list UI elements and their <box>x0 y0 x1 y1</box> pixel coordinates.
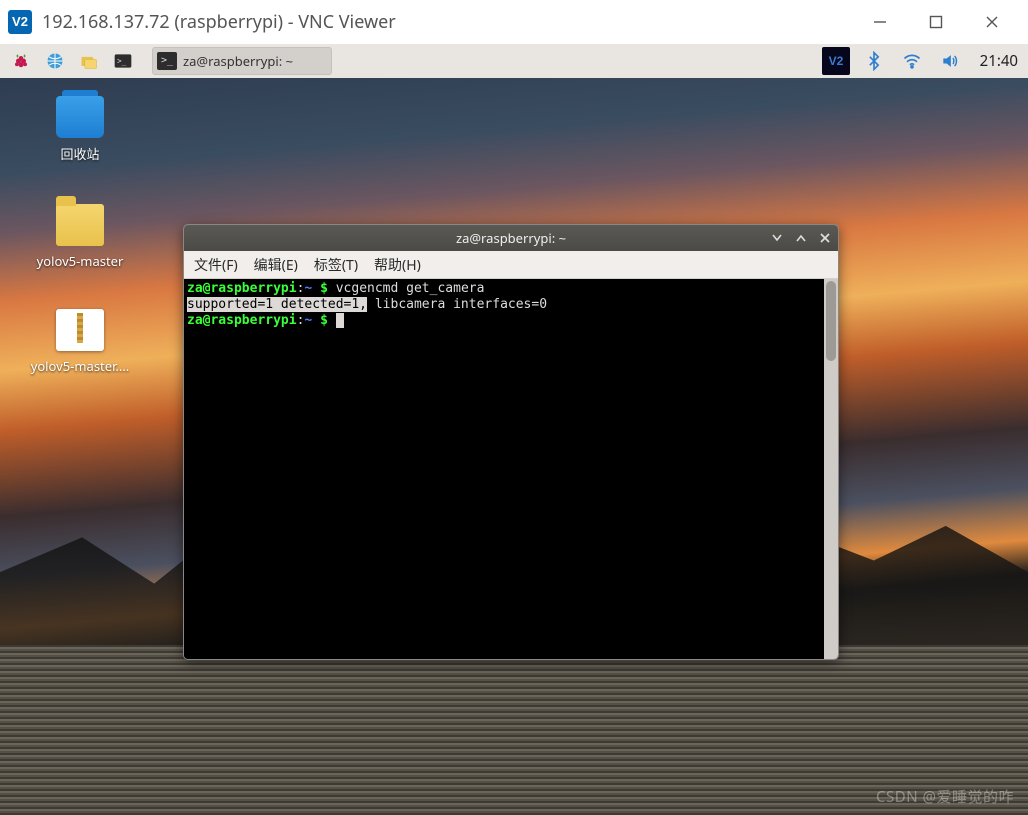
prompt-user: za@raspberrypi <box>187 281 297 296</box>
terminal-title: za@raspberrypi: ~ <box>456 229 566 247</box>
menu-file[interactable]: 文件(F) <box>194 255 238 275</box>
volume-icon[interactable] <box>936 47 964 75</box>
trash-icon <box>56 96 104 138</box>
lxpanel: >_ >_ za@raspberrypi: ~ V2 21:40 <box>0 44 1028 78</box>
terminal-body[interactable]: za@raspberrypi:~ $ vcgencmd get_camera s… <box>184 279 824 659</box>
taskbar-terminal-button[interactable]: >_ za@raspberrypi: ~ <box>152 47 332 75</box>
menu-help[interactable]: 帮助(H) <box>374 255 421 275</box>
terminal-minimize-button[interactable] <box>770 231 784 245</box>
terminal-cursor <box>336 313 344 328</box>
vnc-logo-icon: V2 <box>8 10 32 34</box>
desktop-icon-folder-yolov5[interactable]: yolov5-master <box>30 204 130 270</box>
terminal-titlebar[interactable]: za@raspberrypi: ~ <box>184 225 838 251</box>
close-button[interactable] <box>964 4 1020 40</box>
vnc-titlebar: V2 192.168.137.72 (raspberrypi) - VNC Vi… <box>0 0 1028 44</box>
wifi-icon[interactable] <box>898 47 926 75</box>
prompt-path: ~ <box>304 281 320 296</box>
file-manager-icon[interactable] <box>74 47 104 75</box>
output-text: libcamera interfaces=0 <box>367 297 547 312</box>
desktop-icon-zip-yolov5[interactable]: yolov5-master.... <box>30 309 130 375</box>
web-browser-icon[interactable] <box>40 47 70 75</box>
bluetooth-icon[interactable] <box>860 47 888 75</box>
desktop-icon-label: yolov5-master.... <box>30 357 130 375</box>
terminal-task-icon: >_ <box>157 52 177 70</box>
command-text: vcgencmd get_camera <box>328 281 485 296</box>
prompt-dollar: $ <box>320 281 328 296</box>
prompt-user: za@raspberrypi <box>187 313 297 328</box>
desktop-icon-label: yolov5-master <box>30 252 130 270</box>
wallpaper-water <box>0 645 1028 815</box>
prompt-path: ~ <box>304 313 320 328</box>
panel-clock[interactable]: 21:40 <box>974 51 1018 71</box>
desktop-icon-label: 回收站 <box>30 144 130 163</box>
folder-icon <box>56 204 104 246</box>
menu-edit[interactable]: 编辑(E) <box>254 255 298 275</box>
terminal-close-button[interactable] <box>818 231 832 245</box>
maximize-button[interactable] <box>908 4 964 40</box>
window-controls <box>852 4 1020 40</box>
system-tray: V2 21:40 <box>822 47 1018 75</box>
output-selected: supported=1 detected=1, <box>187 297 367 312</box>
vnc-window-title: 192.168.137.72 (raspberrypi) - VNC Viewe… <box>42 10 842 34</box>
terminal-scrollbar[interactable] <box>824 279 838 659</box>
desktop-icon-trash[interactable]: 回收站 <box>30 96 130 163</box>
terminal-maximize-button[interactable] <box>794 231 808 245</box>
archive-icon <box>56 309 104 351</box>
terminal-window: za@raspberrypi: ~ 文件(F) 编辑(E) 标签(T) 帮助(H… <box>183 224 839 660</box>
vnc-server-tray-icon[interactable]: V2 <box>822 47 850 75</box>
menu-tabs[interactable]: 标签(T) <box>314 255 358 275</box>
prompt-dollar: $ <box>320 313 328 328</box>
raspberry-menu-icon[interactable] <box>6 47 36 75</box>
terminal-menubar: 文件(F) 编辑(E) 标签(T) 帮助(H) <box>184 251 838 279</box>
remote-desktop: >_ >_ za@raspberrypi: ~ V2 21:40 回收站 y <box>0 44 1028 815</box>
svg-text:>_: >_ <box>117 57 127 66</box>
terminal-launcher-icon[interactable]: >_ <box>108 47 138 75</box>
taskbar-item-label: za@raspberrypi: ~ <box>183 52 293 70</box>
minimize-button[interactable] <box>852 4 908 40</box>
